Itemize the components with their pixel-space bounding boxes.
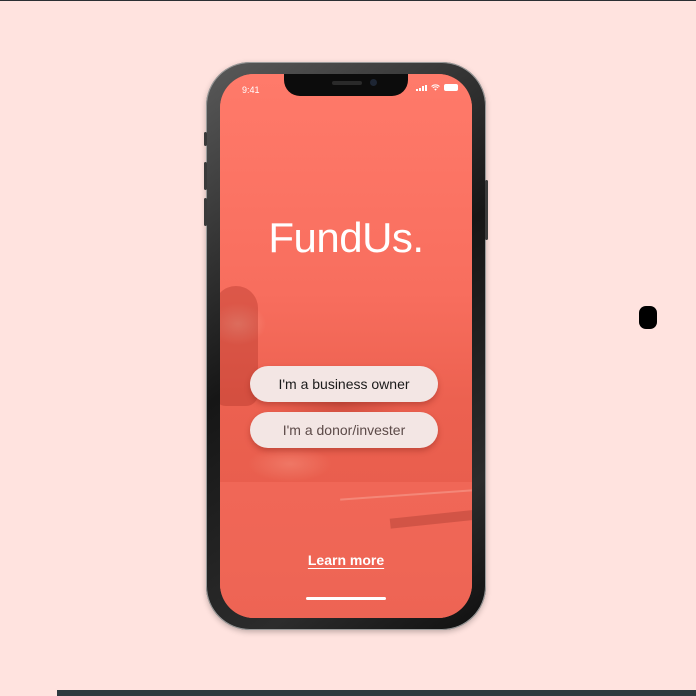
power-button [485,180,488,240]
black-dot-marker [639,306,657,329]
donor-investor-button[interactable]: I'm a donor/invester [250,412,438,448]
volume-down-button [204,198,207,226]
phone-frame: 9:41 FundUs. I'm a business owner I'm a … [204,62,488,630]
wifi-icon [431,84,440,91]
notch [284,74,408,96]
top-border [0,0,696,1]
home-indicator[interactable] [306,597,386,600]
speaker-grille [332,81,362,85]
status-icons [416,84,458,91]
phone-screen: 9:41 FundUs. I'm a business owner I'm a … [220,74,472,618]
signal-icon [416,85,427,91]
volume-up-button [204,162,207,190]
mute-switch [204,132,207,146]
status-time: 9:41 [242,85,260,95]
battery-icon [444,84,458,91]
app-logo: FundUs. [268,214,424,261]
learn-more-link[interactable]: Learn more [220,552,472,568]
front-camera [370,79,377,86]
business-owner-button[interactable]: I'm a business owner [250,366,438,402]
bottom-strip [57,690,696,696]
